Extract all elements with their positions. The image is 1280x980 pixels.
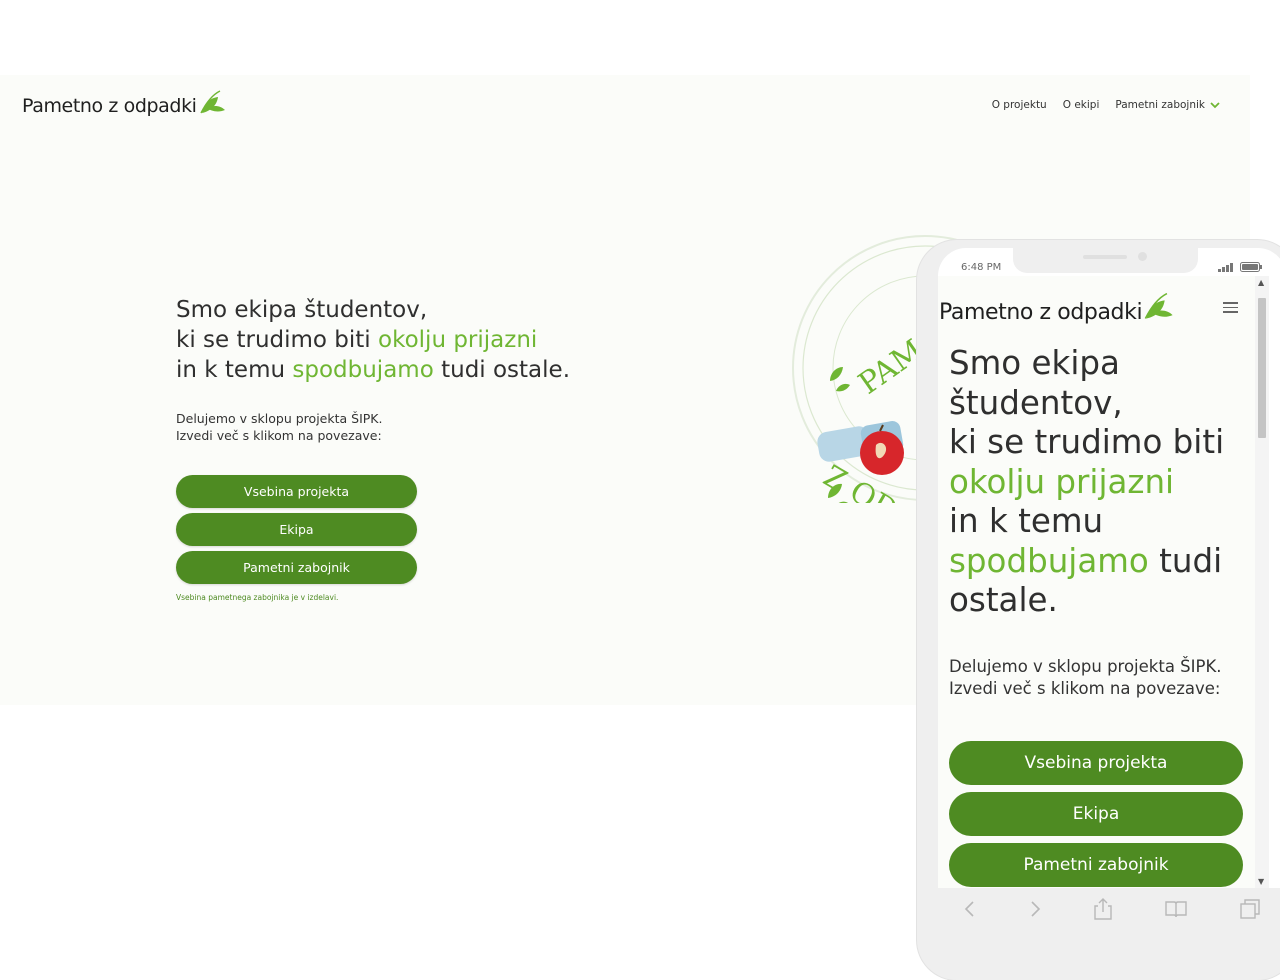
speaker — [1083, 255, 1127, 259]
nav-dropdown-label: Pametni zabojnik — [1115, 99, 1205, 111]
scrollbar[interactable]: ▲ ▼ — [1255, 276, 1269, 888]
back-icon[interactable] — [963, 900, 977, 918]
scroll-down-icon[interactable]: ▼ — [1258, 877, 1264, 886]
share-icon[interactable] — [1093, 897, 1113, 921]
tabs-icon[interactable] — [1239, 898, 1261, 920]
phone-screen: 6:48 PM Pametno z odpadki Smo ekipa štud… — [938, 248, 1280, 888]
mobile-vsebina-projekta-button[interactable]: Vsebina projekta — [949, 741, 1243, 785]
intro-line-2: Izvedi več s klikom na povezave: — [949, 679, 1221, 698]
leaf-icon — [1144, 292, 1173, 319]
intro-text: Delujemo v sklopu projekta ŠIPK. Izvedi … — [176, 410, 382, 444]
camera-icon — [1138, 252, 1147, 261]
intro-line-1: Delujemo v sklopu projekta ŠIPK. — [176, 411, 383, 426]
ekipa-button[interactable]: Ekipa — [176, 513, 417, 546]
forward-icon[interactable] — [1028, 900, 1042, 918]
hero-heading: Smo ekipa študentov, ki se trudimo biti … — [176, 295, 570, 385]
pametni-zabojnik-button[interactable]: Pametni zabojnik — [176, 551, 417, 584]
bookmarks-icon[interactable] — [1164, 899, 1188, 919]
status-icons — [1218, 262, 1262, 272]
mobile-pametni-zabojnik-button[interactable]: Pametni zabojnik — [949, 843, 1243, 887]
mobile-hero-line: spodbujamo tudi — [949, 542, 1224, 582]
phone-notch — [1013, 248, 1198, 273]
hero-text: ki se trudimo biti — [176, 327, 379, 353]
leaf-icon — [199, 90, 225, 114]
hero-highlight: spodbujamo — [292, 357, 434, 383]
scroll-up-icon[interactable]: ▲ — [1258, 278, 1264, 287]
browser-toolbar — [938, 888, 1280, 930]
signal-icon — [1218, 262, 1233, 272]
mobile-hero-line: in k temu — [949, 502, 1104, 540]
mobile-hero-highlight: okolju prijazni — [949, 462, 1175, 501]
mobile-ekipa-button[interactable]: Ekipa — [949, 792, 1243, 836]
hero-text: in k temu — [176, 357, 293, 383]
hamburger-menu-icon[interactable] — [1223, 302, 1238, 314]
status-time: 6:48 PM — [961, 262, 1002, 273]
mobile-intro-text: Delujemo v sklopu projekta ŠIPK. Izvedi … — [949, 656, 1222, 700]
mobile-hero-highlight: spodbujamo — [949, 541, 1149, 580]
main-nav: O projektu O ekipi Pametni zabojnik — [992, 99, 1220, 111]
nav-pametni-zabojnik[interactable]: Pametni zabojnik — [1115, 99, 1220, 111]
mobile-page: Pametno z odpadki Smo ekipa študentov, k… — [938, 276, 1255, 888]
scrollbar-thumb[interactable] — [1258, 298, 1266, 438]
intro-line-1: Delujemo v sklopu projekta ŠIPK. — [949, 657, 1222, 676]
hero-line-3: in k temu spodbujamo tudi ostale. — [176, 355, 570, 385]
hero-highlight: okolju prijazni — [378, 327, 538, 353]
construction-note: Vsebina pametnega zabojnika je v izdelav… — [176, 593, 339, 602]
mobile-hero-line: študentov, — [949, 383, 1123, 422]
logo-text: Pametno z odpadki — [939, 300, 1143, 325]
nav-o-ekipi[interactable]: O ekipi — [1063, 99, 1100, 111]
mobile-hero-text: tudi — [1148, 541, 1223, 580]
phone-mockup: 6:48 PM Pametno z odpadki Smo ekipa štud… — [917, 240, 1280, 980]
hero-line-1: Smo ekipa študentov, — [176, 297, 428, 323]
logo-text: Pametno z odpadki — [22, 95, 197, 117]
nav-o-projektu[interactable]: O projektu — [992, 99, 1047, 111]
intro-line-2: Izvedi več s klikom na povezave: — [176, 428, 382, 443]
mobile-hero-heading: Smo ekipa študentov, ki se trudimo biti … — [949, 344, 1224, 621]
hero-line-2: ki se trudimo biti okolju prijazni — [176, 325, 570, 355]
hero-text: tudi ostale. — [433, 357, 571, 383]
mobile-site-logo[interactable]: Pametno z odpadki — [939, 290, 1176, 325]
mobile-hero-line: Smo ekipa — [949, 344, 1120, 382]
battery-icon — [1240, 262, 1262, 272]
chevron-down-icon — [1210, 101, 1220, 108]
mobile-hero-line: ki se trudimo biti — [949, 423, 1225, 461]
site-logo[interactable]: Pametno z odpadki — [22, 89, 228, 117]
mobile-hero-line: ostale. — [949, 581, 1058, 619]
vsebina-projekta-button[interactable]: Vsebina projekta — [176, 475, 417, 508]
